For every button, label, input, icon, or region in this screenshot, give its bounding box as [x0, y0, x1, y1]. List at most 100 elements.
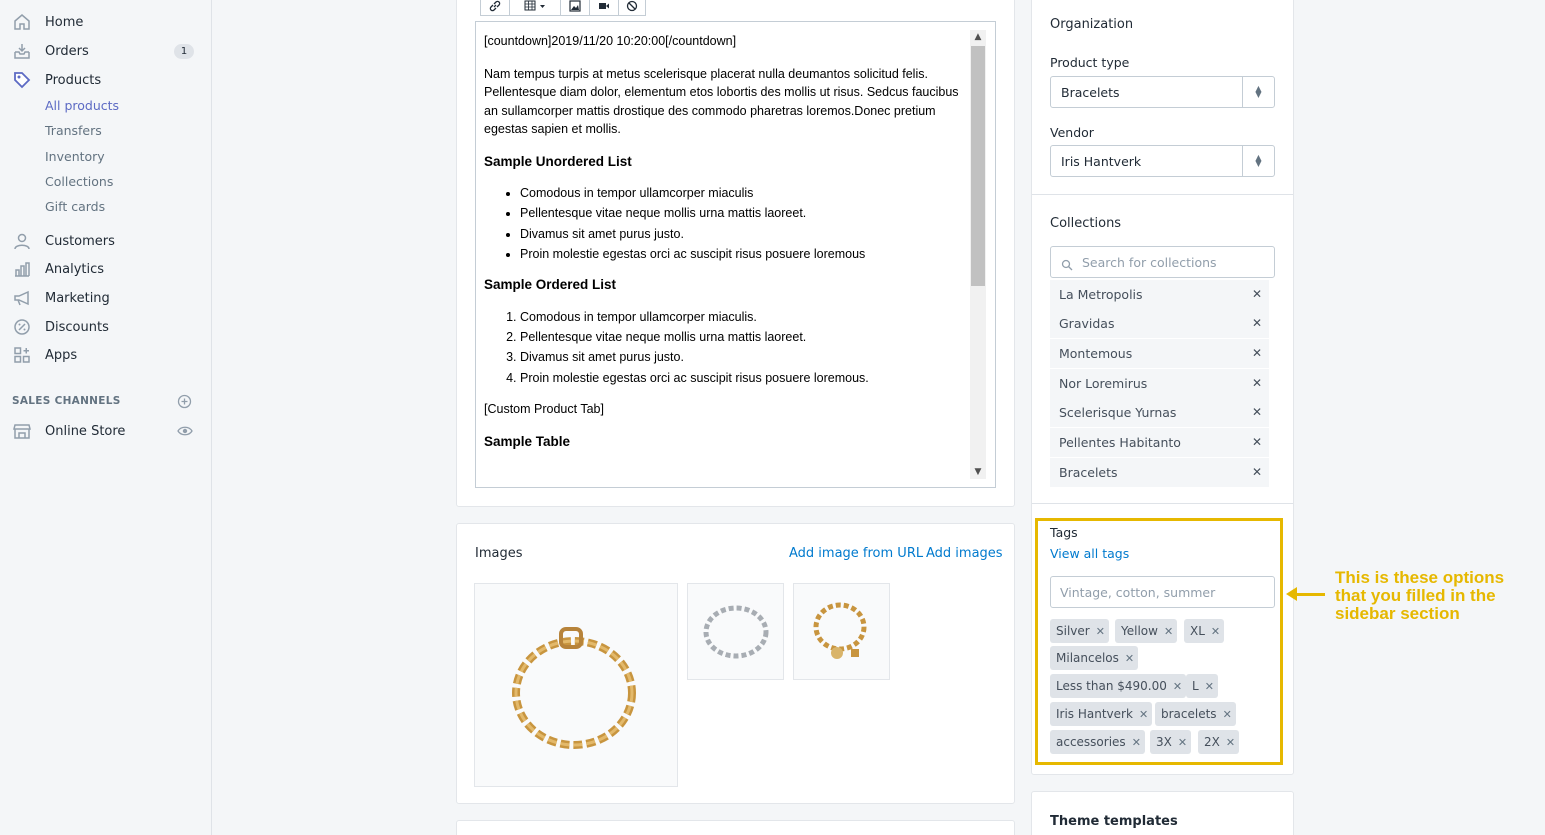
tag-label: Iris Hantverk [1056, 707, 1133, 721]
apps-icon [12, 345, 32, 365]
video-button[interactable] [589, 0, 619, 16]
remove-icon[interactable]: ✕ [1252, 287, 1262, 301]
tag-label: accessories [1056, 735, 1126, 749]
eye-icon[interactable] [177, 423, 193, 443]
view-all-tags-link[interactable]: View all tags [1050, 546, 1129, 561]
home-icon [12, 12, 32, 32]
tag-label: L [1192, 679, 1199, 693]
remove-tag-icon[interactable]: ✕ [1139, 708, 1148, 721]
remove-icon[interactable]: ✕ [1252, 316, 1262, 330]
nav-online-store[interactable]: Online Store [0, 418, 212, 444]
person-icon [12, 231, 32, 251]
scroll-down-icon[interactable]: ▼ [970, 465, 986, 479]
remove-tag-icon[interactable]: ✕ [1125, 652, 1134, 665]
remove-tag-icon[interactable]: ✕ [1173, 680, 1182, 693]
collection-name: La Metropolis [1059, 287, 1143, 302]
nav-home-label: Home [45, 14, 84, 30]
charm-bracelet-image [813, 602, 866, 659]
scroll-up-icon[interactable]: ▲ [970, 30, 986, 44]
add-images-link[interactable]: Add images [926, 546, 1003, 561]
nav-orders[interactable]: Orders 1 [0, 38, 212, 64]
collection-item: Montemous ✕ [1050, 339, 1269, 368]
nav-apps-label: Apps [45, 347, 78, 363]
remove-tag-icon[interactable]: ✕ [1096, 625, 1105, 638]
editor-content[interactable]: [countdown]2019/11/20 10:20:00[/countdow… [484, 32, 964, 464]
product-type-select[interactable]: Bracelets ▲ ▼ [1050, 76, 1275, 108]
silver-bracelet-image [703, 605, 768, 658]
nav-apps[interactable]: Apps [0, 342, 212, 368]
sub-inventory[interactable]: Inventory [45, 149, 105, 164]
images-title: Images [475, 546, 523, 561]
discount-icon [12, 317, 32, 337]
tag-label: Yellow [1121, 624, 1158, 638]
divider [1032, 194, 1293, 195]
collections-search-placeholder: Search for collections [1082, 255, 1217, 270]
link-button[interactable] [480, 0, 510, 16]
remove-icon[interactable]: ✕ [1252, 435, 1262, 449]
nav-online-store-label: Online Store [45, 423, 126, 439]
nav-marketing-label: Marketing [45, 290, 110, 306]
orders-count-badge: 1 [174, 43, 194, 59]
add-image-from-url-link[interactable]: Add image from URL [789, 546, 923, 561]
remove-icon[interactable]: ✕ [1252, 346, 1262, 360]
nav-orders-label: Orders [45, 43, 89, 59]
description-paragraph: Nam tempus turpis at metus scelerisque p… [484, 66, 959, 137]
sub-collections[interactable]: Collections [45, 174, 113, 189]
vendor-label: Vendor [1050, 125, 1094, 140]
remove-tag-icon[interactable]: ✕ [1226, 736, 1235, 749]
sub-gift-cards[interactable]: Gift cards [45, 199, 105, 214]
remove-tag-icon[interactable]: ✕ [1211, 625, 1220, 638]
image-button[interactable] [560, 0, 590, 16]
countdown-shortcode: [countdown]2019/11/20 10:20:00[/countdow… [484, 34, 737, 48]
vendor-select[interactable]: Iris Hantverk ▲ ▼ [1050, 145, 1275, 177]
remove-tag-icon[interactable]: ✕ [1223, 708, 1232, 721]
nav-products-label: Products [45, 72, 102, 88]
nav-discounts[interactable]: Discounts [0, 314, 212, 340]
collections-search-input[interactable]: Search for collections [1050, 246, 1275, 278]
nav-marketing[interactable]: Marketing [0, 285, 212, 311]
vendor-value: Iris Hantverk [1061, 153, 1142, 169]
tag-chip: L ✕ [1186, 674, 1218, 698]
remove-icon[interactable]: ✕ [1252, 465, 1262, 479]
remove-icon[interactable]: ✕ [1252, 376, 1262, 390]
nav-products[interactable]: Products [0, 67, 212, 93]
sales-channels-title: SALES CHANNELS [12, 395, 121, 407]
gold-bracelet-image [512, 627, 636, 749]
remove-tag-icon[interactable]: ✕ [1178, 736, 1187, 749]
collection-item: Pellentes Habitanto ✕ [1050, 428, 1269, 457]
image-icon [569, 0, 581, 16]
remove-tag-icon[interactable]: ✕ [1205, 680, 1214, 693]
collection-name: Nor Loremirus [1059, 376, 1148, 391]
product-image-main[interactable] [474, 583, 678, 787]
product-image-charm[interactable] [793, 583, 890, 680]
select-arrows-icon: ▲ ▼ [1242, 77, 1274, 107]
organization-title: Organization [1050, 17, 1134, 32]
collection-name: Bracelets [1059, 465, 1118, 480]
analytics-icon [12, 259, 32, 279]
annotation-arrow-head [1286, 587, 1297, 601]
nav-analytics[interactable]: Analytics [0, 256, 212, 282]
remove-tag-icon[interactable]: ✕ [1132, 736, 1141, 749]
description-editor[interactable]: [countdown]2019/11/20 10:20:00[/countdow… [475, 21, 996, 488]
remove-tag-icon[interactable]: ✕ [1164, 625, 1173, 638]
list-item: Proin molestie egestas orci ac suscipit … [520, 245, 964, 264]
sub-transfers[interactable]: Transfers [45, 123, 102, 138]
tags-input[interactable]: Vintage, cotton, summer [1050, 576, 1275, 608]
tag-label: XL [1190, 624, 1205, 638]
sidebar: Home Orders 1 Products All products Tran… [0, 0, 212, 835]
add-sales-channel-icon[interactable] [177, 394, 192, 409]
sub-all-products[interactable]: All products [45, 98, 119, 113]
product-type-value: Bracelets [1061, 84, 1120, 100]
remove-icon[interactable]: ✕ [1252, 405, 1262, 419]
collection-item: Gravidas ✕ [1050, 309, 1269, 338]
custom-tab-shortcode: [Custom Product Tab] [484, 402, 604, 417]
editor-scrollbar[interactable]: ▲ ▼ [970, 30, 986, 479]
clear-format-button[interactable] [618, 0, 646, 16]
nav-customers[interactable]: Customers [0, 228, 212, 254]
scroll-thumb[interactable] [971, 46, 985, 286]
product-image-silver[interactable] [687, 583, 784, 680]
table-button[interactable] [509, 0, 561, 16]
tag-chip: Yellow ✕ [1115, 619, 1178, 643]
annotation-arrow [1293, 593, 1325, 596]
nav-home[interactable]: Home [0, 9, 212, 35]
